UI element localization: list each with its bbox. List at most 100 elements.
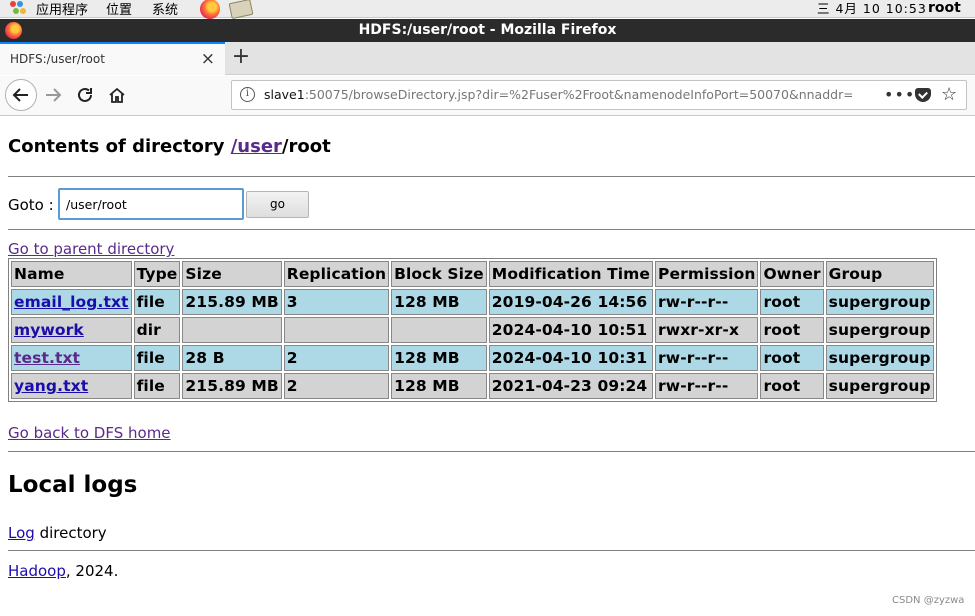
- menu-system[interactable]: 系统: [152, 0, 178, 18]
- directory-link[interactable]: mywork: [14, 321, 84, 339]
- tab-hdfs-user-root[interactable]: HDFS:/user/root ×: [0, 42, 225, 75]
- table-cell: root: [760, 317, 824, 343]
- column-header: Size: [182, 261, 282, 287]
- applications-icon[interactable]: [10, 0, 28, 17]
- name-cell: email_log.txt: [11, 289, 132, 315]
- window-titlebar: HDFS:/user/root - Mozilla Firefox: [0, 19, 975, 42]
- table-cell: rw-r--r--: [655, 289, 759, 315]
- file-link[interactable]: email_log.txt: [14, 293, 129, 311]
- divider: [8, 229, 975, 230]
- table-cell: 2024-04-10 10:31: [488, 345, 654, 371]
- info-icon[interactable]: i: [240, 87, 255, 102]
- table-cell: 28 B: [182, 345, 282, 371]
- log-link[interactable]: Log: [8, 524, 35, 542]
- table-cell: 2021-04-23 09:24: [488, 373, 654, 399]
- name-cell: test.txt: [11, 345, 132, 371]
- table-row: test.txt file 28 B 2 128 MB 2024-04-10 1…: [11, 345, 934, 371]
- arrow-left-icon: [12, 88, 28, 102]
- divider: [8, 451, 975, 452]
- table-cell: 2: [283, 373, 390, 399]
- menu-places[interactable]: 位置: [106, 0, 132, 18]
- table-cell: [283, 317, 390, 343]
- url-bar[interactable]: i slave1:50075/browseDirectory.jsp?dir=%…: [231, 80, 967, 110]
- goto-input[interactable]: [58, 188, 244, 220]
- directory-listing-table: Name Type Size Replication Block Size Mo…: [8, 258, 937, 402]
- column-header: Permission: [655, 261, 759, 287]
- desktop-menu: 应用程序 位置 系统: [28, 0, 178, 18]
- goto-label: Goto :: [8, 196, 54, 214]
- user-directory-link[interactable]: /user: [231, 136, 282, 157]
- arrow-right-icon: [46, 88, 62, 102]
- table-cell: root: [760, 373, 824, 399]
- local-logs-heading: Local logs: [8, 472, 138, 498]
- table-row: yang.txt file 215.89 MB 2 128 MB 2021-04…: [11, 373, 934, 399]
- file-link[interactable]: yang.txt: [14, 377, 88, 395]
- footer: Hadoop, 2024.: [8, 562, 119, 580]
- parent-directory-link[interactable]: Go to parent directory: [8, 240, 174, 258]
- menu-applications[interactable]: 应用程序: [36, 0, 88, 18]
- table-cell: 2024-04-10 10:51: [488, 317, 654, 343]
- column-header: Owner: [760, 261, 824, 287]
- table-cell: 2019-04-26 14:56: [488, 289, 654, 315]
- table-row: mywork dir 2024-04-10 10:51 rwxr-xr-x ro…: [11, 317, 934, 343]
- page-title: Contents of directory /user/root: [8, 136, 331, 157]
- table-cell: rwxr-xr-x: [655, 317, 759, 343]
- table-cell: [391, 317, 487, 343]
- divider: [8, 550, 975, 551]
- dfs-home-link[interactable]: Go back to DFS home: [8, 424, 171, 442]
- mail-launcher-icon[interactable]: [228, 0, 254, 19]
- log-directory-line: Log directory: [8, 524, 107, 542]
- table-cell: dir: [133, 317, 181, 343]
- column-header: Group: [825, 261, 934, 287]
- column-header: Block Size: [391, 261, 487, 287]
- page-actions-icon[interactable]: •••: [884, 81, 915, 109]
- table-cell: file: [133, 373, 181, 399]
- user-name[interactable]: root: [928, 0, 961, 17]
- table-cell: 128 MB: [391, 373, 487, 399]
- column-header: Replication: [283, 261, 390, 287]
- column-header: Name: [11, 261, 132, 287]
- column-header: Modification Time: [488, 261, 654, 287]
- name-cell: yang.txt: [11, 373, 132, 399]
- table-row: email_log.txt file 215.89 MB 3 128 MB 20…: [11, 289, 934, 315]
- back-button[interactable]: [5, 79, 37, 111]
- url-text[interactable]: slave1:50075/browseDirectory.jsp?dir=%2F…: [264, 81, 852, 109]
- table-cell: root: [760, 289, 824, 315]
- watermark: CSDN @zyzwa: [892, 595, 965, 606]
- table-cell: 215.89 MB: [182, 373, 282, 399]
- forward-button[interactable]: [38, 80, 68, 110]
- bookmark-star-icon[interactable]: ☆: [941, 81, 957, 109]
- table-cell: 2: [283, 345, 390, 371]
- navigation-bar: i slave1:50075/browseDirectory.jsp?dir=%…: [0, 76, 975, 116]
- table-cell: supergroup: [825, 373, 934, 399]
- table-cell: supergroup: [825, 317, 934, 343]
- column-header: Type: [133, 261, 181, 287]
- pocket-icon[interactable]: [915, 88, 931, 102]
- clock[interactable]: 三 4月 10 10:53: [817, 0, 927, 18]
- table-cell: 128 MB: [391, 345, 487, 371]
- table-cell: supergroup: [825, 289, 934, 315]
- new-tab-button[interactable]: +: [228, 42, 254, 75]
- divider: [8, 176, 975, 177]
- home-button[interactable]: [102, 80, 132, 110]
- table-cell: supergroup: [825, 345, 934, 371]
- hadoop-link[interactable]: Hadoop: [8, 562, 66, 580]
- firefox-icon: [5, 22, 22, 39]
- page-content: Contents of directory /user/root Goto : …: [0, 117, 975, 616]
- tab-label: HDFS:/user/root: [10, 52, 105, 66]
- table-cell: 215.89 MB: [182, 289, 282, 315]
- go-button[interactable]: go: [246, 191, 309, 218]
- reload-icon: [78, 87, 92, 102]
- table-cell: file: [133, 289, 181, 315]
- reload-button[interactable]: [70, 80, 100, 110]
- table-cell: root: [760, 345, 824, 371]
- tab-strip: HDFS:/user/root × +: [0, 42, 975, 75]
- table-cell: file: [133, 345, 181, 371]
- table-cell: rw-r--r--: [655, 345, 759, 371]
- file-link[interactable]: test.txt: [14, 349, 80, 367]
- firefox-launcher-icon[interactable]: [200, 0, 221, 19]
- desktop-top-panel: 应用程序 位置 系统 三 4月 10 10:53 root: [0, 0, 975, 19]
- table-cell: [182, 317, 282, 343]
- close-tab-icon[interactable]: ×: [201, 44, 215, 74]
- table-cell: 3: [283, 289, 390, 315]
